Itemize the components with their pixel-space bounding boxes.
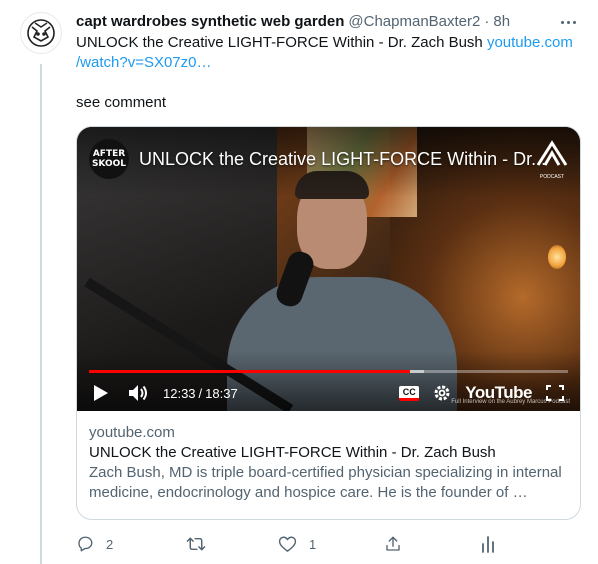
like-count: 1 (309, 536, 317, 552)
like-icon (278, 536, 297, 552)
author-name[interactable]: capt wardrobes synthetic web garden (76, 12, 344, 32)
duration: 18:37 (205, 385, 238, 401)
reply-count: 2 (106, 536, 114, 552)
card-domain: youtube.com (89, 424, 175, 441)
tweet-link-continued[interactable]: /watch?v=SX07z0… (76, 53, 582, 73)
channel-logo[interactable]: AFTER SKOOL (89, 139, 129, 179)
time-separator: / (198, 385, 203, 401)
text-gap (76, 73, 582, 93)
retweet-icon (186, 537, 206, 551)
analytics-button[interactable] (480, 535, 496, 553)
settings-button[interactable] (433, 384, 451, 402)
separator-dot: · (484, 13, 490, 30)
channel-logo-line1: AFTER (92, 149, 126, 159)
link-card[interactable]: AFTER SKOOL UNLOCK the Creative LIGHT-FO… (76, 126, 581, 520)
tweet-text-line3: see comment (76, 94, 167, 111)
volume-button[interactable] (127, 381, 151, 405)
podcast-logo-icon (536, 140, 568, 166)
avatar[interactable] (20, 12, 62, 54)
card-title: UNLOCK the Creative LIGHT-FORCE Within -… (89, 444, 496, 461)
tweet-text-line1: UNLOCK the Creative LIGHT-FORCE Within -… (76, 33, 582, 53)
share-icon (386, 536, 400, 551)
tweet-content: capt wardrobes synthetic web garden @Cha… (76, 12, 582, 520)
robot-avatar-icon (27, 19, 55, 47)
play-button[interactable] (89, 381, 113, 405)
tweet-time[interactable]: 8h (493, 12, 510, 32)
video-watermark: Full Interview on the Aubrey Marcus Podc… (451, 399, 570, 405)
tweet-link[interactable]: youtube.com (487, 34, 573, 51)
like-button[interactable]: 1 (278, 535, 384, 553)
analytics-icon (482, 536, 494, 553)
play-icon (94, 385, 108, 401)
share-button[interactable] (384, 535, 480, 553)
video-player[interactable]: AFTER SKOOL UNLOCK the Creative LIGHT-FO… (77, 127, 580, 411)
time-display: 12:33/18:37 (163, 386, 238, 401)
card-description-line1: Zach Bush, MD is triple board-certified … (89, 464, 562, 481)
podcast-label: PODCAST (539, 174, 565, 180)
channel-logo-line2: SKOOL (91, 159, 127, 169)
video-title[interactable]: UNLOCK the Creative LIGHT-FORCE Within -… (139, 147, 546, 171)
tweet-text-start: UNLOCK the Creative LIGHT-FORCE Within -… (76, 34, 487, 51)
thread-line (40, 64, 42, 564)
progress-bar[interactable] (89, 370, 568, 373)
more-icon[interactable] (556, 12, 580, 32)
reply-button[interactable]: 2 (76, 535, 186, 553)
volume-icon (129, 385, 147, 401)
card-meta[interactable]: youtube.com UNLOCK the Creative LIGHT-FO… (77, 411, 580, 515)
reply-icon (78, 536, 93, 552)
author-handle[interactable]: @ChapmanBaxter2 (348, 12, 480, 32)
tweet-actions: 2 1 (76, 530, 506, 558)
podcast-logo[interactable]: PODCAST (534, 139, 570, 180)
retweet-button[interactable] (186, 535, 278, 553)
cc-icon[interactable]: CC (399, 385, 420, 401)
tweet-header: capt wardrobes synthetic web garden @Cha… (76, 12, 582, 32)
settings-icon (434, 385, 450, 401)
lamp (548, 245, 566, 269)
card-description: Zach Bush, MD is triple board-certified … (89, 463, 568, 503)
tweet-text: UNLOCK the Creative LIGHT-FORCE Within -… (76, 33, 582, 113)
current-time: 12:33 (163, 385, 196, 401)
progress-fill (89, 370, 410, 373)
card-description-line2: medicine, endocrinology and hospice care… (89, 484, 528, 501)
